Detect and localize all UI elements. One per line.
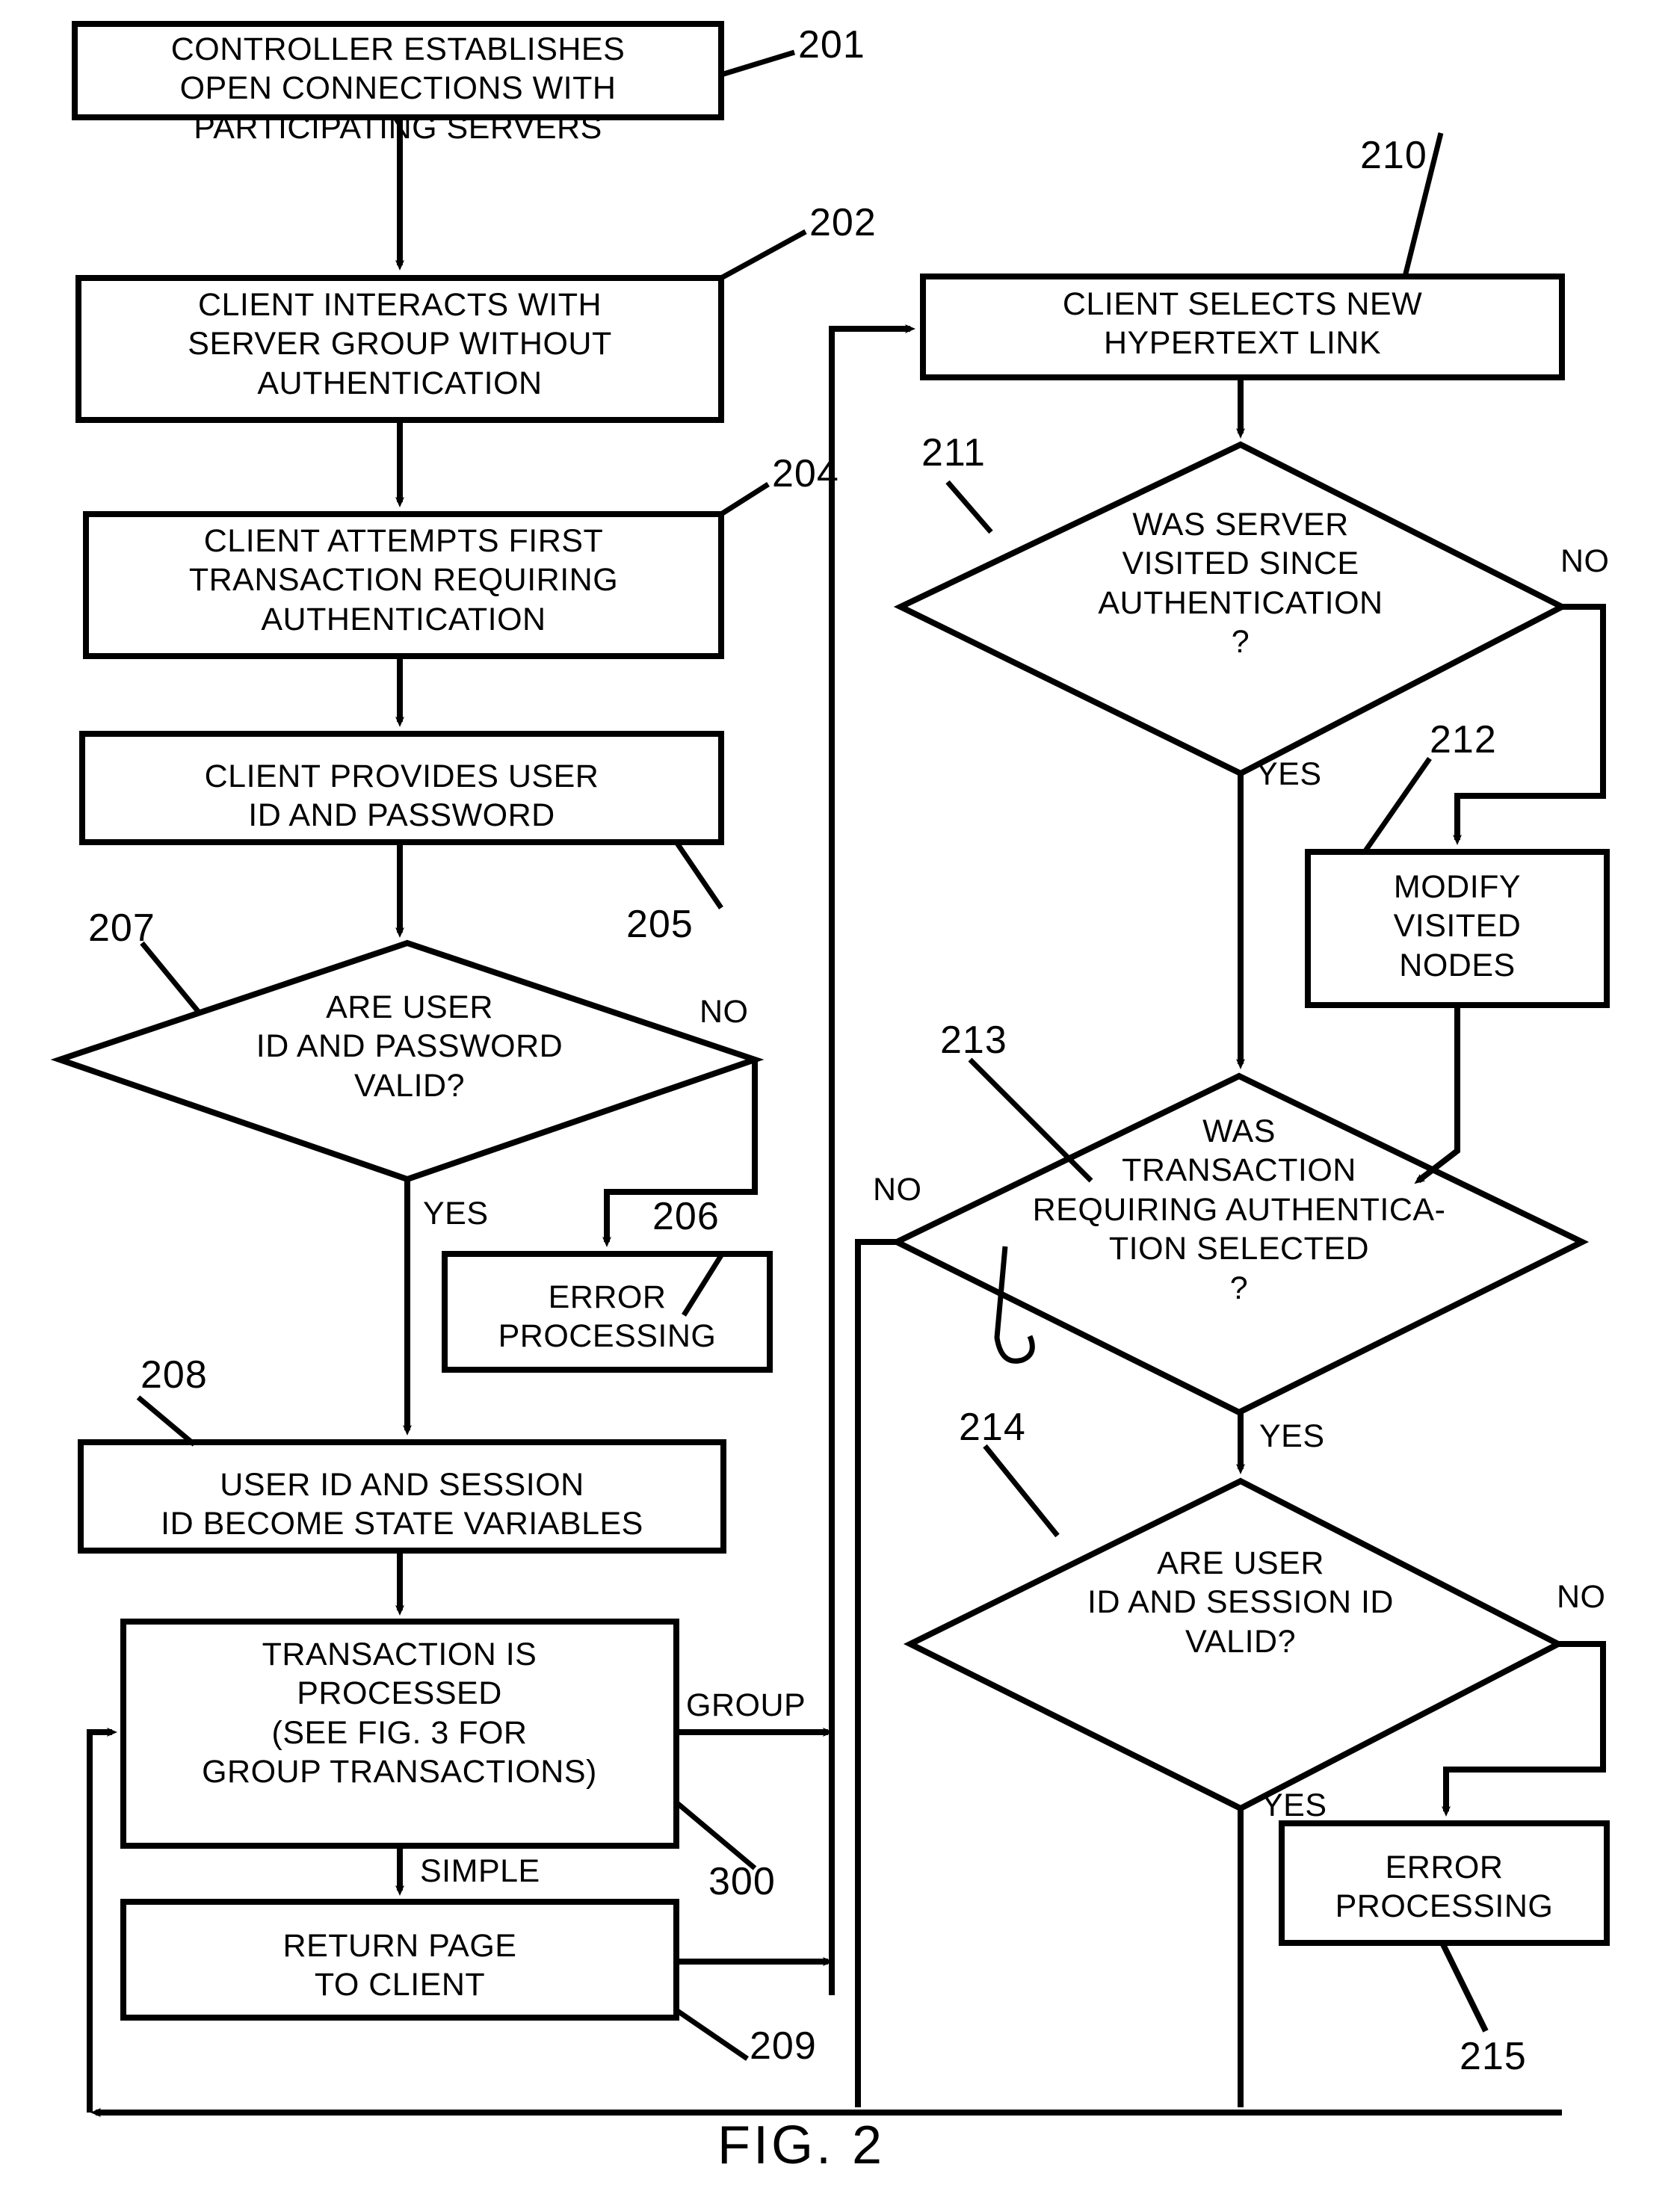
leader-204	[720, 482, 770, 516]
edge-label-no-213: NO	[873, 1172, 922, 1208]
leader-215	[1439, 1941, 1489, 2033]
leader-300	[674, 1800, 757, 1870]
node-207-shape	[50, 939, 765, 1183]
ref-numeral-206: 206	[652, 1195, 720, 1238]
node-212-shape	[1305, 849, 1610, 1008]
leader-205	[674, 841, 723, 909]
edge-label-yes-207: YES	[423, 1196, 489, 1231]
leader-208	[136, 1395, 197, 1447]
node-210-shape	[920, 274, 1565, 380]
ref-numeral-210: 210	[1360, 134, 1427, 177]
edge-212-213	[1414, 1005, 1460, 1184]
node-215-shape	[1279, 1820, 1610, 1946]
leader-213	[968, 1057, 1093, 1183]
edge-label-simple-300: SIMPLE	[420, 1853, 540, 1889]
ref-numeral-209: 209	[750, 2024, 817, 2068]
ref-numeral-205: 205	[626, 903, 694, 946]
leader-211	[945, 480, 993, 534]
edge-return-loop-300	[87, 1728, 117, 2113]
ref-numeral-204: 204	[772, 452, 839, 495]
edge-label-no-207: NO	[700, 994, 749, 1030]
ref-numeral-207: 207	[88, 906, 155, 950]
ref-numeral-202: 202	[809, 201, 877, 244]
edge-label-no-214: NO	[1557, 1579, 1606, 1615]
edge-label-yes-213: YES	[1259, 1418, 1325, 1454]
node-300-shape	[120, 1619, 679, 1849]
flowchart-canvas	[50, 21, 1610, 2117]
leader-209	[675, 2008, 749, 2061]
node-208-shape	[78, 1439, 726, 1554]
figure-caption: FIG. 2	[717, 2116, 886, 2175]
ref-numeral-214: 214	[959, 1406, 1026, 1449]
edge-label-yes-214: YES	[1261, 1787, 1327, 1823]
node-213-shape	[889, 1072, 1590, 1416]
edge-213-no	[855, 1239, 897, 2107]
edge-bus-to-210	[829, 324, 915, 1995]
patent-figure-page: CONTROLLER ESTABLISHES OPEN CONNECTIONS …	[0, 0, 1680, 2188]
leader-202	[720, 229, 807, 281]
ref-numeral-213: 213	[940, 1019, 1007, 1062]
ref-numeral-201: 201	[798, 23, 865, 67]
leader-214	[983, 1444, 1060, 1538]
edge-label-no-211: NO	[1560, 543, 1610, 579]
leader-212	[1362, 757, 1432, 853]
node-209-shape	[120, 1899, 679, 2021]
ref-numeral-211: 211	[921, 431, 986, 475]
node-201-shape	[72, 21, 724, 120]
leader-207	[140, 941, 203, 1016]
node-214-shape	[903, 1477, 1565, 1812]
ref-numeral-212: 212	[1430, 718, 1497, 761]
node-205-shape	[79, 731, 724, 845]
node-206-shape	[442, 1251, 773, 1373]
ref-numeral-300: 300	[708, 1860, 776, 1903]
node-204-shape	[83, 511, 724, 659]
leader-201	[720, 49, 796, 78]
ref-numeral-208: 208	[140, 1353, 208, 1397]
edge-label-group-300: GROUP	[686, 1687, 806, 1723]
edge-214-no-215	[1442, 1641, 1606, 1817]
node-202-shape	[75, 275, 724, 423]
edge-label-yes-211: YES	[1256, 756, 1322, 792]
ref-numeral-215: 215	[1460, 2035, 1527, 2078]
leader-206	[682, 1254, 723, 1317]
